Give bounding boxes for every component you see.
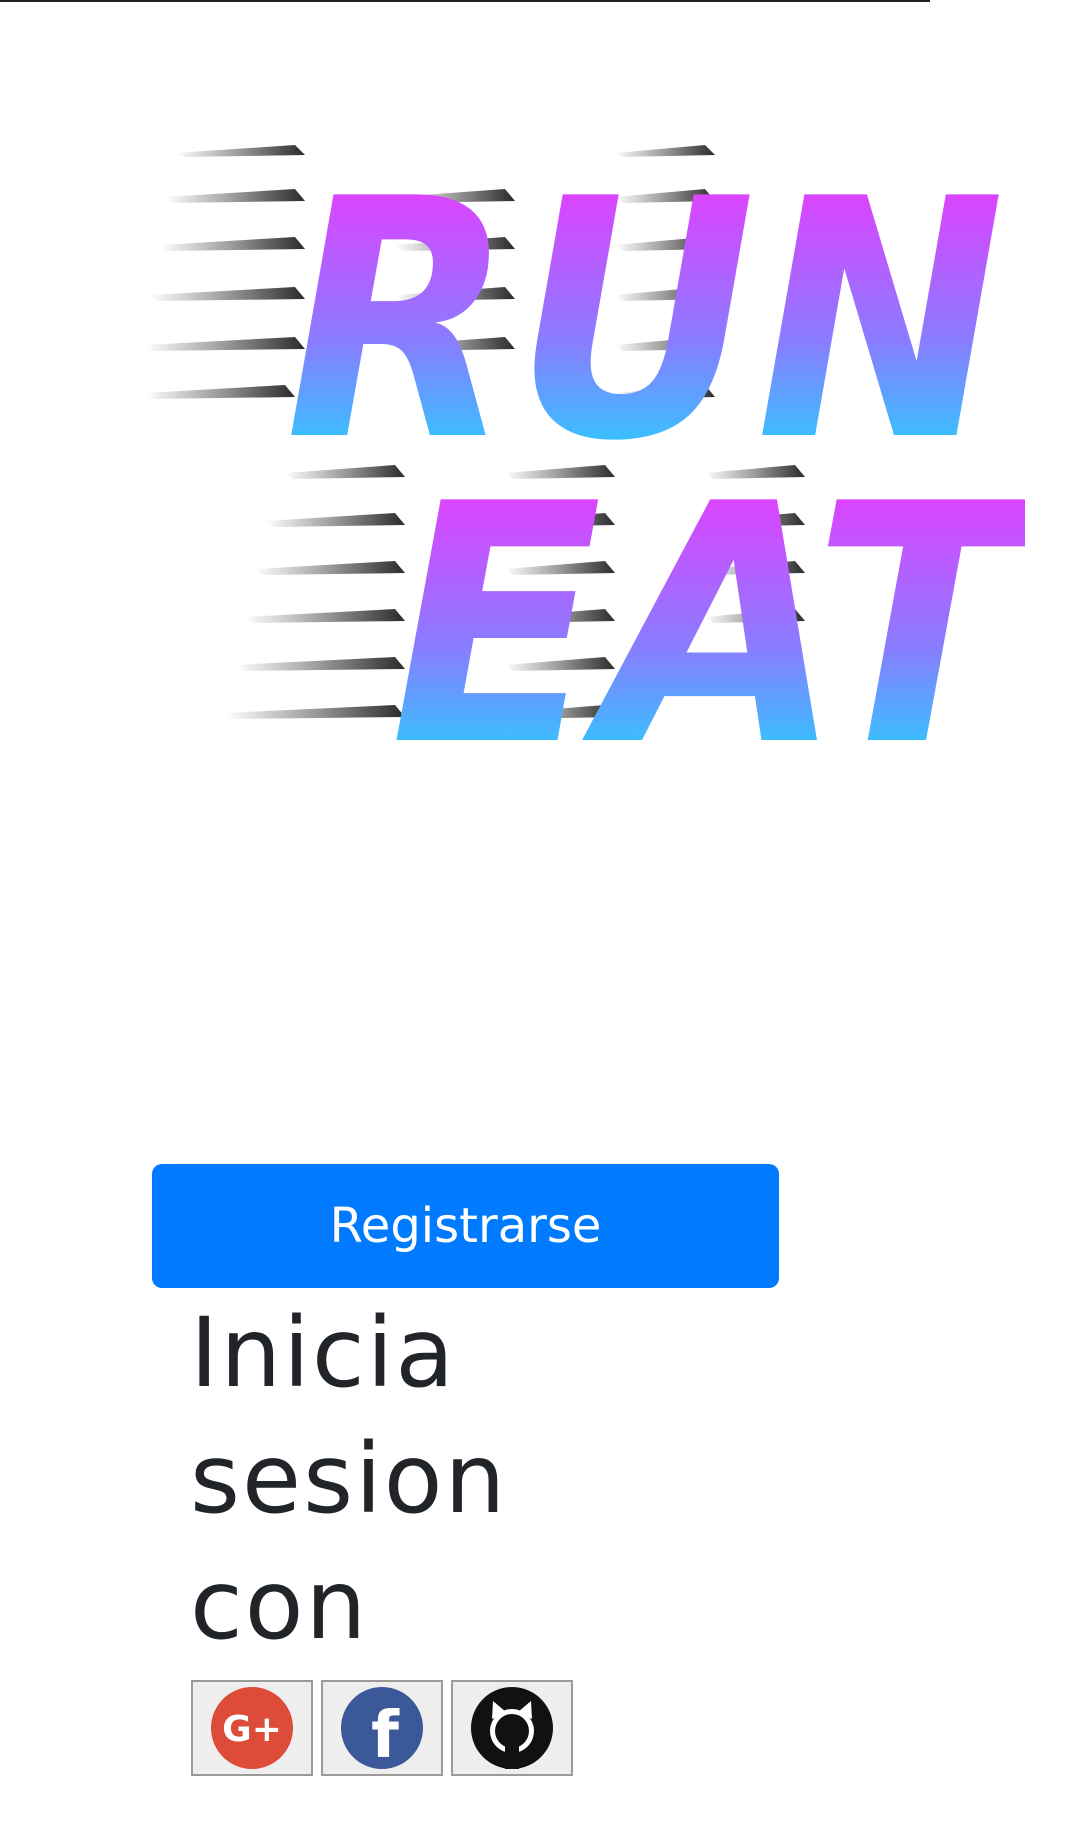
facebook-icon: f (341, 1687, 423, 1771)
github-icon (471, 1687, 553, 1769)
run-eat-logo: RUN EAT (145, 145, 1025, 745)
facebook-login-button[interactable]: f (321, 1680, 443, 1776)
svg-text:G+: G+ (222, 1709, 282, 1750)
social-login-row: G+ f (191, 1680, 573, 1776)
svg-text:f: f (371, 1699, 400, 1771)
login-title: Inicia sesion con (190, 1297, 508, 1661)
register-button-label: Registrarse (329, 1198, 602, 1254)
google-login-button[interactable]: G+ (191, 1680, 313, 1776)
github-login-button[interactable] (451, 1680, 573, 1776)
top-divider (0, 0, 930, 2)
google-plus-icon: G+ (211, 1687, 293, 1769)
logo-line-2: EAT (390, 434, 1025, 745)
register-button[interactable]: Registrarse (152, 1164, 779, 1288)
